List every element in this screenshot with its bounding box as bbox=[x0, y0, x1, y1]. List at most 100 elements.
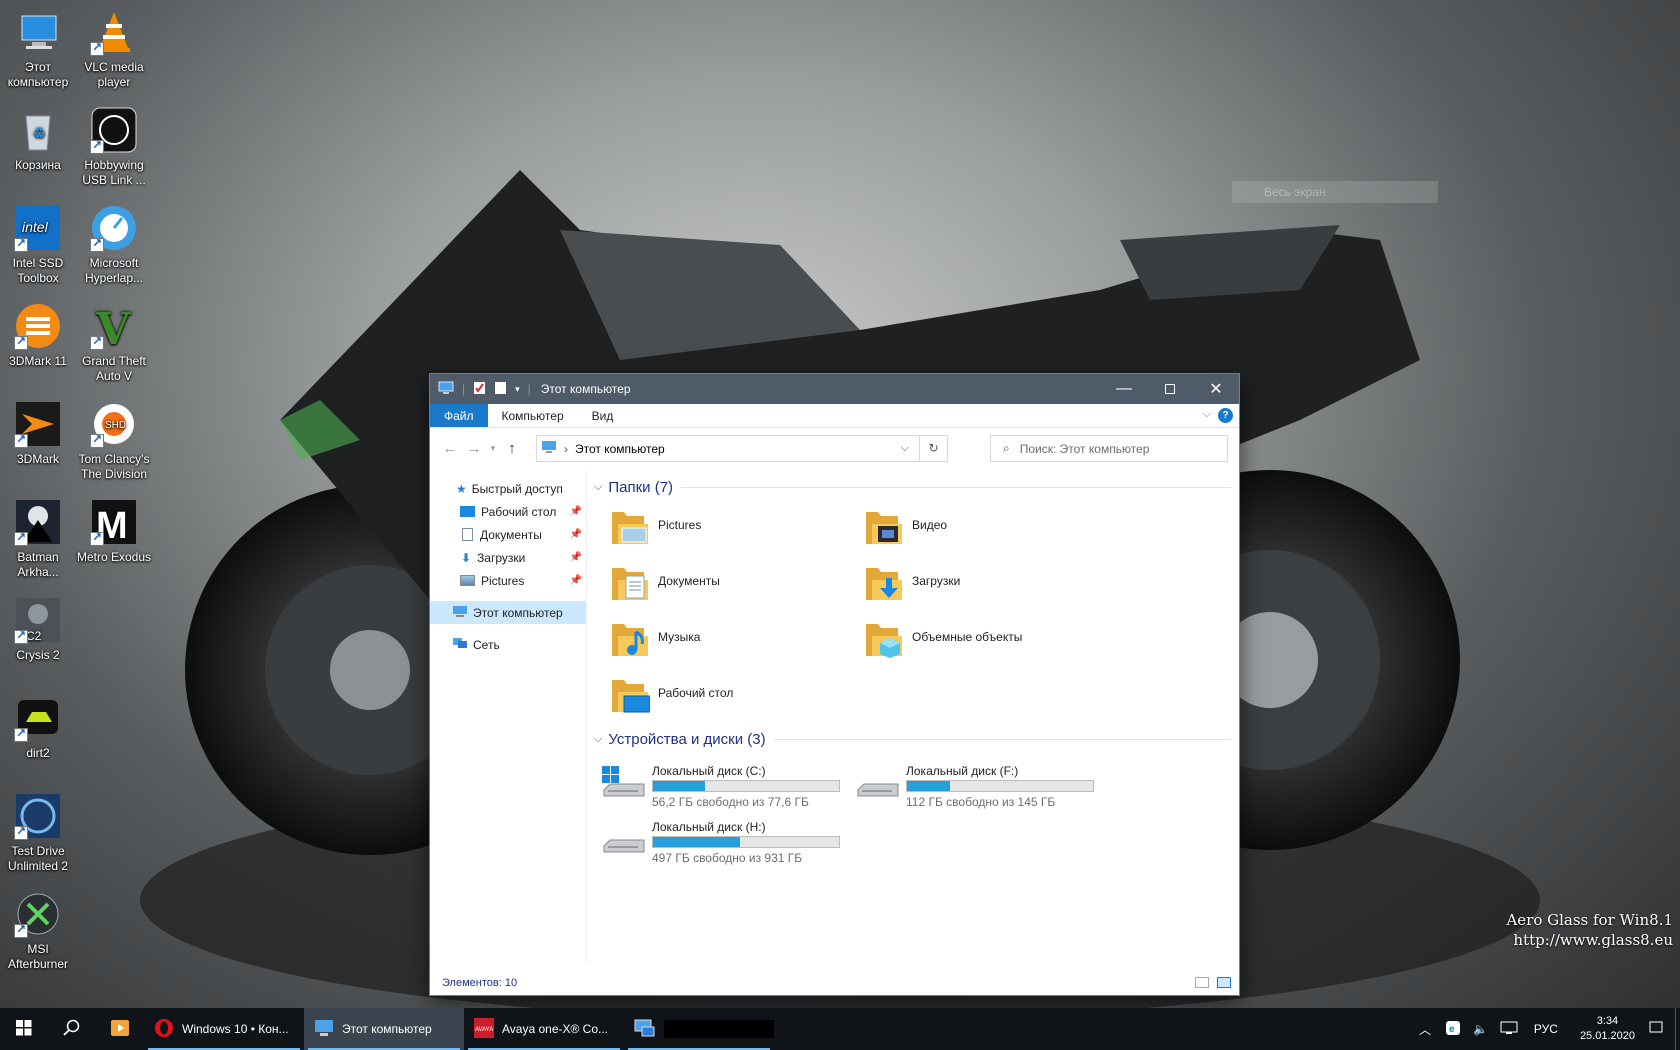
forward-icon[interactable]: → bbox=[462, 440, 486, 457]
drive-h-usage-bar bbox=[652, 836, 840, 848]
large-icons-view-icon[interactable] bbox=[1217, 977, 1231, 988]
explorer-window[interactable]: | ▾ | Этот компьютер — ✕ Файл Компьютер … bbox=[429, 373, 1240, 996]
desktop-icon-hyperlapse[interactable]: Microsoft Hyperlap... bbox=[76, 204, 152, 286]
pin-icon[interactable]: 📌 bbox=[570, 552, 582, 563]
folder-music[interactable]: Музыка bbox=[610, 618, 850, 668]
eset-icon[interactable]: e bbox=[1439, 1020, 1467, 1039]
drive-c[interactable]: Локальный диск (C:) 56,2 ГБ свободно из … bbox=[600, 758, 840, 809]
nav-documents[interactable]: Документы 📌 bbox=[430, 523, 586, 546]
help-button[interactable]: ? bbox=[1218, 408, 1233, 423]
fullscreen-overlay-label: Весь экран bbox=[1232, 181, 1438, 203]
nav-pictures[interactable]: Pictures 📌 bbox=[430, 569, 586, 592]
clock[interactable]: 3:34 25.01.2020 bbox=[1568, 1014, 1643, 1044]
desktop-icon-test-drive[interactable]: Test Drive Unlimited 2 bbox=[0, 792, 76, 874]
taskbar-app-remote[interactable] bbox=[624, 1008, 774, 1050]
desktop-icon-batman[interactable]: Batman Arkha... bbox=[0, 498, 76, 580]
windows-logo-icon bbox=[16, 1019, 32, 1039]
volume-icon[interactable]: 🔈 bbox=[1467, 1022, 1494, 1036]
tab-computer[interactable]: Компьютер bbox=[488, 404, 578, 427]
desktop-icon-division[interactable]: SHD Tom Clancy's The Division bbox=[76, 400, 152, 482]
drive-h-usage-fill bbox=[653, 837, 741, 847]
desktop-icon-metro[interactable]: M Metro Exodus bbox=[76, 498, 152, 565]
nav-this-pc[interactable]: Этот компьютер bbox=[430, 601, 586, 624]
metro-icon: M bbox=[90, 498, 138, 547]
drives-group-header[interactable]: ⌵ Устройства и диски (3) bbox=[594, 729, 1231, 749]
status-bar: Элементов: 10 bbox=[430, 971, 1239, 995]
tab-view[interactable]: Вид bbox=[578, 404, 628, 427]
language-indicator[interactable]: РУС bbox=[1524, 1022, 1568, 1036]
tab-file[interactable]: Файл bbox=[430, 404, 488, 427]
desktop-icon-3dmark11[interactable]: 3DMark 11 bbox=[0, 302, 76, 369]
avaya-icon: AVAYA bbox=[474, 1017, 494, 1041]
quick-access-toolbar: | ▾ | bbox=[430, 381, 531, 398]
hobbywing-icon bbox=[90, 106, 138, 154]
address-bar[interactable]: › Этот компьютер ⌵ ↻ bbox=[536, 435, 948, 462]
chevron-down-icon: ⌵ bbox=[594, 480, 603, 493]
close-button[interactable]: ✕ bbox=[1193, 374, 1239, 404]
chevron-down-icon[interactable]: ▾ bbox=[515, 384, 520, 395]
up-icon[interactable]: ↑ bbox=[500, 440, 524, 457]
folder-downloads[interactable]: Загрузки bbox=[864, 562, 1104, 612]
desktop-icon-this-pc[interactable]: Этот компьютер bbox=[0, 8, 76, 90]
recent-locations-icon[interactable]: ▾ bbox=[486, 443, 500, 454]
desktop-icon-crysis2[interactable]: C2 Crysis 2 bbox=[0, 596, 76, 663]
folder-documents[interactable]: Документы bbox=[610, 562, 850, 612]
folder-video[interactable]: Видео bbox=[864, 506, 1104, 556]
show-hidden-icons-icon[interactable]: ︿ bbox=[1411, 1021, 1439, 1038]
maximize-icon bbox=[1165, 384, 1175, 394]
search-box[interactable]: ⌕ Поиск: Этот компьютер bbox=[990, 435, 1228, 462]
desktop-icon-msi-afterburner[interactable]: MSI Afterburner bbox=[0, 890, 76, 972]
pin-icon[interactable]: 📌 bbox=[570, 506, 582, 517]
show-desktop-button[interactable] bbox=[1675, 1008, 1680, 1050]
start-button[interactable] bbox=[0, 1008, 48, 1050]
pin-icon[interactable]: 📌 bbox=[570, 575, 582, 586]
pin-icon[interactable]: 📌 bbox=[570, 529, 582, 540]
taskbar-app-avaya[interactable]: AVAYA Avaya one-X® Co... bbox=[464, 1008, 624, 1050]
dirt2-icon bbox=[14, 694, 62, 742]
refresh-icon[interactable]: ↻ bbox=[919, 436, 947, 461]
nav-desktop[interactable]: Рабочий стол 📌 bbox=[430, 500, 586, 523]
svg-text:C2: C2 bbox=[26, 629, 42, 643]
drive-f[interactable]: Локальный диск (F:) 112 ГБ свободно из 1… bbox=[854, 758, 1094, 809]
properties-icon[interactable] bbox=[473, 381, 486, 398]
address-dropdown-icon[interactable]: ⌵ bbox=[901, 442, 909, 455]
desktop-icon-hobbywing[interactable]: Hobbywing USB Link ... bbox=[76, 106, 152, 188]
vlc-cone-icon bbox=[90, 8, 138, 56]
new-folder-icon[interactable] bbox=[494, 381, 507, 398]
folder-3d-objects[interactable]: Объемные объекты bbox=[864, 618, 1104, 668]
network-icon[interactable] bbox=[1494, 1021, 1524, 1038]
title-bar[interactable]: | ▾ | Этот компьютер — ✕ bbox=[430, 374, 1239, 404]
gta5-icon: V bbox=[90, 302, 138, 355]
breadcrumb[interactable]: Этот компьютер bbox=[575, 442, 665, 456]
desktop-icon-gta5[interactable]: V Grand Theft Auto V bbox=[76, 302, 152, 384]
desktop-icon-recycle-bin[interactable]: ♻ Корзина bbox=[0, 106, 76, 173]
nav-network[interactable]: Сеть bbox=[430, 633, 586, 656]
media-player-taskbar-button[interactable] bbox=[96, 1008, 144, 1050]
desktop-icon-intel-ssd[interactable]: intel Intel SSD Toolbox bbox=[0, 204, 76, 286]
content-pane: ⌵ Папки (7) Pictures Видео Документы Заг… bbox=[588, 468, 1239, 963]
folder-pictures[interactable]: Pictures bbox=[610, 506, 850, 556]
window-computer-icon bbox=[438, 381, 454, 398]
nav-quick-access[interactable]: ★ Быстрый доступ bbox=[430, 477, 586, 500]
drive-icon bbox=[854, 764, 900, 805]
desktop-icon-3dmark[interactable]: 3DMark bbox=[0, 400, 76, 467]
pictures-folder-icon bbox=[610, 506, 650, 549]
back-icon[interactable]: ← bbox=[438, 440, 462, 457]
search-button[interactable] bbox=[48, 1008, 96, 1050]
desktop-icon-dirt2[interactable]: dirt2 bbox=[0, 694, 76, 761]
nav-downloads[interactable]: ⬇ Загрузки 📌 bbox=[430, 546, 586, 569]
taskbar-app-opera[interactable]: Windows 10 • Кон... bbox=[144, 1008, 304, 1050]
minimize-button[interactable]: — bbox=[1101, 374, 1147, 404]
search-input[interactable]: Поиск: Этот компьютер bbox=[1020, 442, 1150, 456]
expand-ribbon-icon[interactable]: ⌵ bbox=[1203, 408, 1211, 421]
recycle-bin-icon: ♻ bbox=[14, 106, 62, 154]
desktop-icon-vlc[interactable]: VLC media player bbox=[76, 8, 152, 90]
notifications-icon[interactable] bbox=[1643, 1021, 1675, 1038]
folder-desktop[interactable]: Рабочий стол bbox=[610, 674, 850, 724]
maximize-button[interactable] bbox=[1147, 374, 1193, 404]
folders-group-header[interactable]: ⌵ Папки (7) bbox=[594, 477, 1231, 497]
drive-h[interactable]: Локальный диск (H:) 497 ГБ свободно из 9… bbox=[600, 814, 840, 865]
taskbar-app-explorer[interactable]: Этот компьютер bbox=[304, 1008, 464, 1050]
minimize-icon: — bbox=[1116, 380, 1132, 397]
details-view-icon[interactable] bbox=[1195, 977, 1209, 988]
